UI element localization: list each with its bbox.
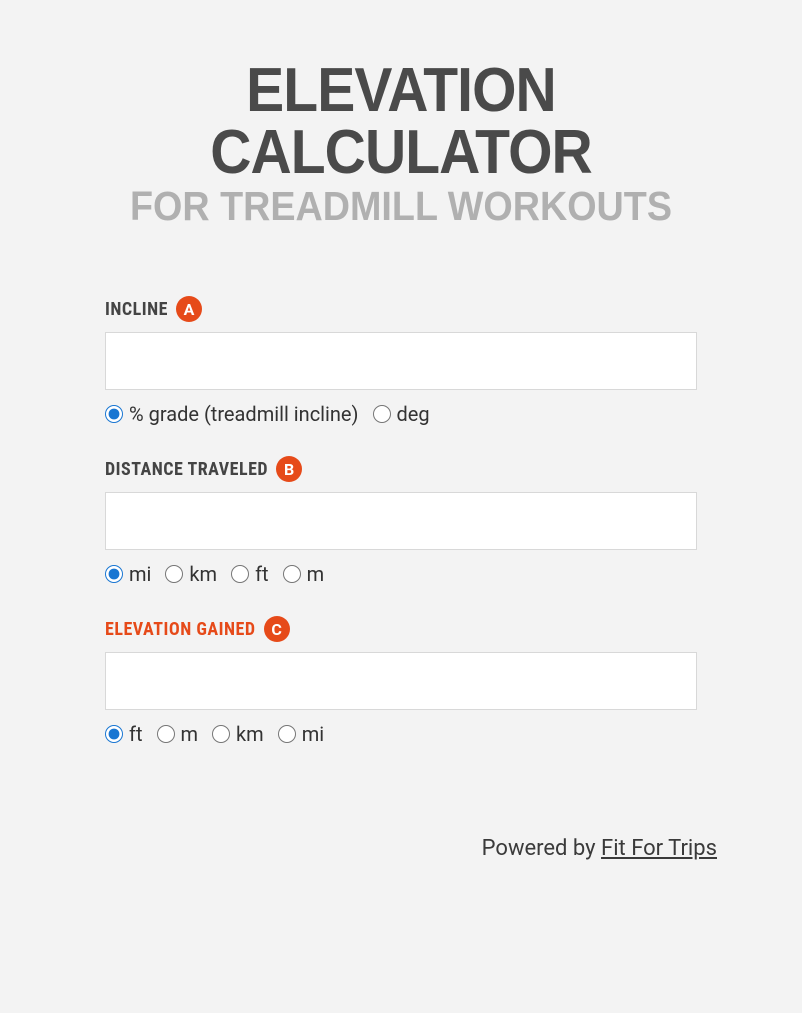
incline-unit-deg[interactable]: deg [373, 402, 430, 426]
distance-radio-km[interactable] [165, 565, 183, 583]
incline-unit-row: % grade (treadmill incline) deg [105, 402, 697, 426]
distance-group: DISTANCE TRAVELED B mi km ft [105, 456, 697, 586]
distance-unit-km[interactable]: km [165, 562, 217, 586]
elevation-unit-mi[interactable]: mi [278, 722, 324, 746]
footer-prefix: Powered by [482, 836, 601, 861]
calculator-form: INCLINE A % grade (treadmill incline) de… [50, 241, 752, 786]
elevation-input[interactable] [105, 652, 697, 710]
distance-label-row: DISTANCE TRAVELED B [105, 456, 697, 482]
badge-c-icon: C [264, 616, 290, 642]
calculator-container: ELEVATION CALCULATOR FOR TREADMILL WORKO… [0, 0, 802, 891]
incline-radio-percent[interactable] [105, 405, 123, 423]
elevation-unit-ft[interactable]: ft [105, 722, 143, 746]
elevation-radio-ft[interactable] [105, 725, 123, 743]
distance-label: DISTANCE TRAVELED [105, 459, 268, 480]
elevation-unit-row: ft m km mi [105, 722, 697, 746]
badge-b-icon: B [276, 456, 302, 482]
elevation-radio-m-label[interactable]: m [181, 722, 199, 746]
incline-label: INCLINE [105, 299, 168, 320]
distance-radio-m-label[interactable]: m [307, 562, 325, 586]
incline-radio-deg[interactable] [373, 405, 391, 423]
distance-radio-ft-label[interactable]: ft [255, 562, 269, 586]
elevation-radio-ft-label[interactable]: ft [129, 722, 143, 746]
distance-input[interactable] [105, 492, 697, 550]
distance-unit-row: mi km ft m [105, 562, 697, 586]
elevation-label: ELEVATION GAINED [105, 619, 256, 640]
distance-unit-m[interactable]: m [283, 562, 325, 586]
incline-unit-percent[interactable]: % grade (treadmill incline) [105, 402, 359, 426]
distance-unit-ft[interactable]: ft [231, 562, 269, 586]
elevation-radio-mi[interactable] [278, 725, 296, 743]
elevation-radio-m[interactable] [157, 725, 175, 743]
incline-radio-percent-label[interactable]: % grade (treadmill incline) [129, 402, 359, 426]
elevation-unit-km[interactable]: km [212, 722, 264, 746]
incline-group: INCLINE A % grade (treadmill incline) de… [105, 296, 697, 426]
footer: Powered by Fit For Trips [50, 786, 752, 861]
distance-radio-mi[interactable] [105, 565, 123, 583]
distance-radio-km-label[interactable]: km [189, 562, 217, 586]
elevation-label-row: ELEVATION GAINED C [105, 616, 697, 642]
fit-for-trips-link[interactable]: Fit For Trips [601, 836, 717, 861]
elevation-radio-km-label[interactable]: km [236, 722, 264, 746]
distance-radio-m[interactable] [283, 565, 301, 583]
elevation-group: ELEVATION GAINED C ft m km [105, 616, 697, 746]
badge-a-icon: A [176, 296, 202, 322]
page-subtitle: FOR TREADMILL WORKOUTS [78, 184, 724, 229]
incline-input[interactable] [105, 332, 697, 390]
header: ELEVATION CALCULATOR FOR TREADMILL WORKO… [50, 60, 752, 229]
elevation-radio-mi-label[interactable]: mi [302, 722, 324, 746]
distance-radio-mi-label[interactable]: mi [129, 562, 151, 586]
distance-radio-ft[interactable] [231, 565, 249, 583]
elevation-radio-km[interactable] [212, 725, 230, 743]
incline-radio-deg-label[interactable]: deg [397, 402, 430, 426]
elevation-unit-m[interactable]: m [157, 722, 199, 746]
distance-unit-mi[interactable]: mi [105, 562, 151, 586]
incline-label-row: INCLINE A [105, 296, 697, 322]
page-title: ELEVATION CALCULATOR [78, 60, 724, 184]
